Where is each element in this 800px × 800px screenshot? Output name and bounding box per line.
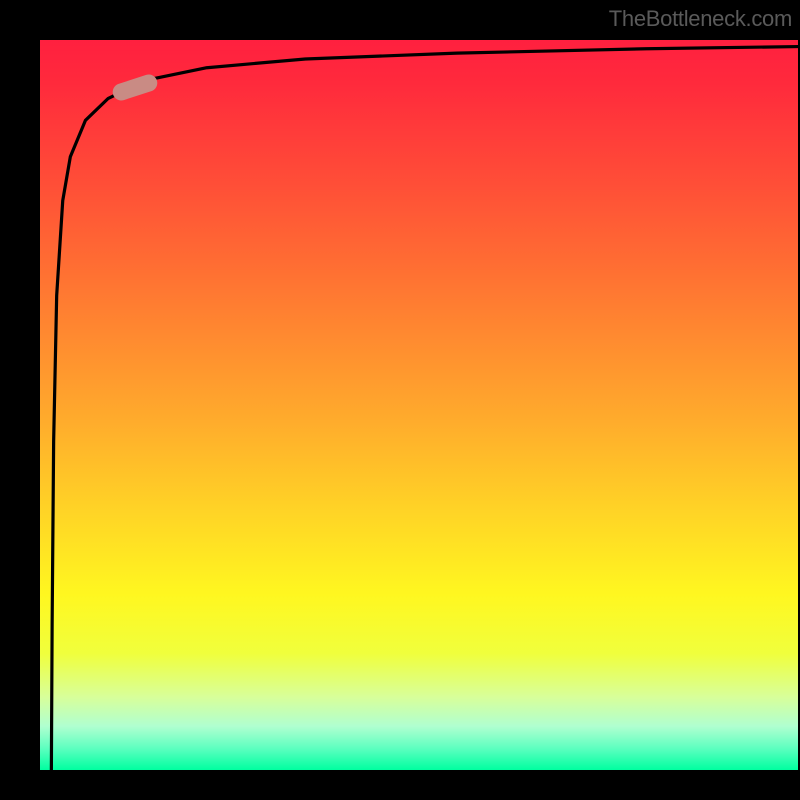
frame-border-left [0, 0, 40, 800]
attribution-text: TheBottleneck.com [609, 6, 792, 32]
curve-line [51, 47, 798, 770]
plot-area [40, 40, 798, 770]
frame-border-bottom [0, 770, 800, 800]
curve-layer [40, 40, 798, 770]
chart-container: TheBottleneck.com [0, 0, 800, 800]
